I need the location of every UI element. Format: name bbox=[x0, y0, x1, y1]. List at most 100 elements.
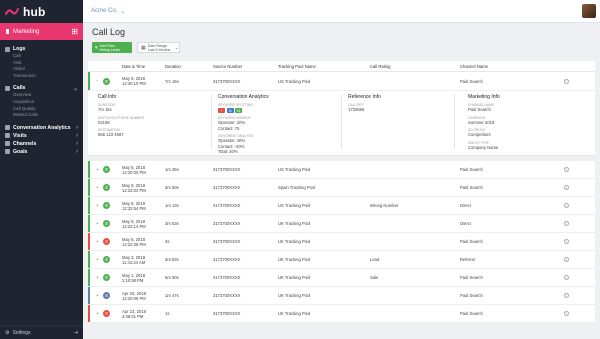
table-row[interactable]: + ✆ May 3, 2018 11:44:24 AM 2m 53s 3173700XXX… bbox=[88, 251, 595, 269]
row-time: 12:22:14 PM bbox=[122, 223, 146, 229]
row-channel: Paid Search bbox=[460, 275, 483, 280]
call-status-icon: ✆ bbox=[103, 274, 110, 281]
info-icon[interactable]: i bbox=[564, 239, 569, 244]
column-header-duration[interactable]: Duration bbox=[165, 64, 181, 69]
expand-icon[interactable]: + bbox=[96, 293, 99, 299]
field-value: 555 123 4567 bbox=[98, 132, 124, 137]
column-header-channel[interactable]: Channel Name bbox=[460, 64, 488, 69]
row-pool: US Tracking Pool bbox=[278, 203, 311, 208]
info-icon[interactable]: i bbox=[564, 311, 569, 316]
status-stripe bbox=[88, 305, 90, 322]
row-pool: UK Tracking Pool bbox=[278, 221, 311, 226]
date-range-button[interactable]: ▦ Date Range Last 6 Months ⌄ bbox=[137, 42, 180, 53]
row-pool: US Tracking Pool bbox=[278, 167, 311, 172]
sidebar-section-logs: Logs Call Visit Visitor Transaction bbox=[0, 45, 83, 79]
expand-icon[interactable]: + bbox=[96, 203, 99, 209]
sidebar-item-conversation-analytics[interactable]: Conversation Analytics › bbox=[5, 124, 83, 132]
table-row[interactable]: − ✆ May 8, 2018 12:20:10 PM 7m 15s 317370… bbox=[88, 72, 595, 90]
collapse-icon[interactable]: − bbox=[96, 78, 99, 84]
keyword-badge[interactable]: 15 bbox=[235, 108, 242, 113]
logo[interactable]: hub bbox=[0, 0, 83, 23]
expand-icon[interactable]: + bbox=[96, 311, 99, 317]
apps-grid-icon[interactable]: ⊞ bbox=[71, 27, 78, 36]
info-icon[interactable]: i bbox=[564, 78, 569, 84]
field-value: 7m 15s bbox=[98, 107, 112, 112]
call-ref-link[interactable]: 1733659 bbox=[348, 107, 381, 113]
row-channel: Direct bbox=[460, 221, 471, 226]
sidebar-subitem-acquisition[interactable]: Acquisition bbox=[5, 99, 83, 106]
sidebar-subitem-visitor[interactable]: Visitor bbox=[5, 66, 83, 73]
settings-button[interactable]: ⚙ Settings ⇥ bbox=[0, 325, 83, 339]
keyword-badge[interactable]: 10 bbox=[226, 108, 234, 113]
add-filter-button[interactable]: ▾ Add Filter Hiding Limits bbox=[92, 42, 132, 53]
status-stripe bbox=[88, 215, 90, 232]
table-row[interactable]: + ✆ May 8, 2018 12:22:38 PM 4s 3173700XXXX UK … bbox=[88, 233, 595, 251]
info-icon[interactable]: i bbox=[564, 275, 569, 280]
table-row[interactable]: + ✆ Apr 23, 2018 4:38:01 PM 1s 3173700XXXX UK … bbox=[88, 305, 595, 323]
column-header-pool[interactable]: Tracking Pool Name bbox=[278, 64, 316, 69]
info-icon[interactable]: i bbox=[564, 185, 569, 190]
sidebar-item-label: Channels bbox=[13, 140, 37, 147]
collapse-sidebar-icon[interactable]: ⇥ bbox=[74, 330, 78, 336]
section-heading: Call Info bbox=[98, 94, 117, 100]
status-stripe bbox=[88, 251, 90, 268]
table-row[interactable]: + ✆ May 8, 2018 12:23:03 PM 2m 50s 3173700XXX… bbox=[88, 179, 595, 197]
avatar[interactable] bbox=[582, 4, 596, 18]
sidebar-item-marketing[interactable]: Marketing ⊞ bbox=[0, 23, 83, 40]
keyword-badge[interactable]: 7 bbox=[218, 108, 225, 113]
expand-icon[interactable]: + bbox=[96, 257, 99, 263]
call-details-panel: Call Info DURATION 7m 15s DISPLAYED PHON… bbox=[88, 90, 595, 155]
row-source: 3173700XXXX bbox=[213, 257, 241, 262]
sidebar-subitem-visit[interactable]: Visit bbox=[5, 60, 83, 67]
table-row[interactable]: + ✆ May 1, 2018 2:10:58 PM 5m 50s 3173700XXXX… bbox=[88, 269, 595, 287]
expand-icon[interactable]: + bbox=[96, 239, 99, 245]
info-icon[interactable]: i bbox=[564, 203, 569, 208]
status-stripe bbox=[88, 179, 90, 196]
table-row[interactable]: + ✆ May 8, 2018 12:22:54 PM 1m 13s 3173700XXX… bbox=[88, 197, 595, 215]
column-header-source[interactable]: Source Number bbox=[213, 64, 242, 69]
expand-icon[interactable]: + bbox=[96, 221, 99, 227]
sidebar-item-goals[interactable]: Goals › bbox=[5, 148, 83, 156]
account-selector[interactable]: Acme Co. ⌄ bbox=[91, 8, 125, 15]
row-time: 2:10:58 PM bbox=[122, 277, 144, 283]
channels-icon bbox=[5, 141, 10, 147]
call-info-section: Call Info DURATION 7m 15s DISPLAYED PHON… bbox=[98, 94, 144, 138]
sidebar-item-logs[interactable]: Logs bbox=[5, 45, 83, 53]
call-status-icon: ✆ bbox=[103, 292, 110, 299]
expand-icon[interactable]: + bbox=[96, 185, 99, 191]
sidebar-subitem-call-quality[interactable]: Call Quality bbox=[5, 106, 83, 113]
row-pool: UK Tracking Pool bbox=[278, 257, 311, 262]
field-label: DISPLAYED PHONE NUMBER bbox=[98, 115, 145, 120]
expanded-row[interactable]: − ✆ May 8, 2018 12:20:10 PM 7m 15s 317370… bbox=[88, 72, 595, 156]
sidebar-subitem-transaction[interactable]: Transaction bbox=[5, 73, 83, 80]
chevron-down-icon: ⌄ bbox=[174, 44, 179, 51]
row-duration: 1m 47s bbox=[165, 293, 179, 298]
sidebar-item-visits[interactable]: Visits › bbox=[5, 132, 83, 140]
info-icon[interactable]: i bbox=[564, 257, 569, 262]
sidebar-item-channels[interactable]: Channels › bbox=[5, 140, 83, 148]
sidebar-item-calls[interactable]: Calls ⌄ bbox=[5, 84, 83, 92]
status-stripe bbox=[88, 287, 90, 304]
call-status-icon: ✆ bbox=[103, 256, 110, 263]
info-icon[interactable]: i bbox=[564, 221, 569, 226]
sidebar-subitem-overview[interactable]: Overview bbox=[5, 92, 83, 99]
sidebar-item-label: Calls bbox=[13, 85, 26, 92]
row-duration: 1s bbox=[165, 311, 170, 316]
info-icon[interactable]: i bbox=[564, 293, 569, 298]
expand-icon[interactable]: + bbox=[96, 167, 99, 173]
column-header-rating[interactable]: Call Rating bbox=[370, 64, 390, 69]
expand-icon[interactable]: + bbox=[96, 275, 99, 281]
sidebar-subitem-missed-calls[interactable]: Missed Calls bbox=[5, 112, 83, 119]
sidebar-subitem-call[interactable]: Call bbox=[5, 53, 83, 60]
table-row[interactable]: + ✆ May 8, 2018 12:22:14 PM 3m 53s 3173700XXX… bbox=[88, 215, 595, 233]
row-source: 3173700XXXX bbox=[213, 203, 241, 208]
info-icon[interactable]: i bbox=[564, 167, 569, 172]
row-duration: 2m 50s bbox=[165, 185, 179, 190]
row-source: 3173700XXXX bbox=[213, 293, 241, 298]
chevron-right-icon: › bbox=[76, 148, 78, 155]
table-row[interactable]: + ✆ May 8, 2018 12:20:00 PM 1m 35s 3173700XXX… bbox=[88, 161, 595, 179]
column-header-date[interactable]: Date & Time bbox=[122, 64, 145, 69]
row-pool: UK Tracking Pool bbox=[278, 293, 311, 298]
table-row[interactable]: + ✆ Apr 25, 2018 12:20:06 PM 1m 47s 3173700XX… bbox=[88, 287, 595, 305]
row-channel: Direct bbox=[460, 203, 471, 208]
